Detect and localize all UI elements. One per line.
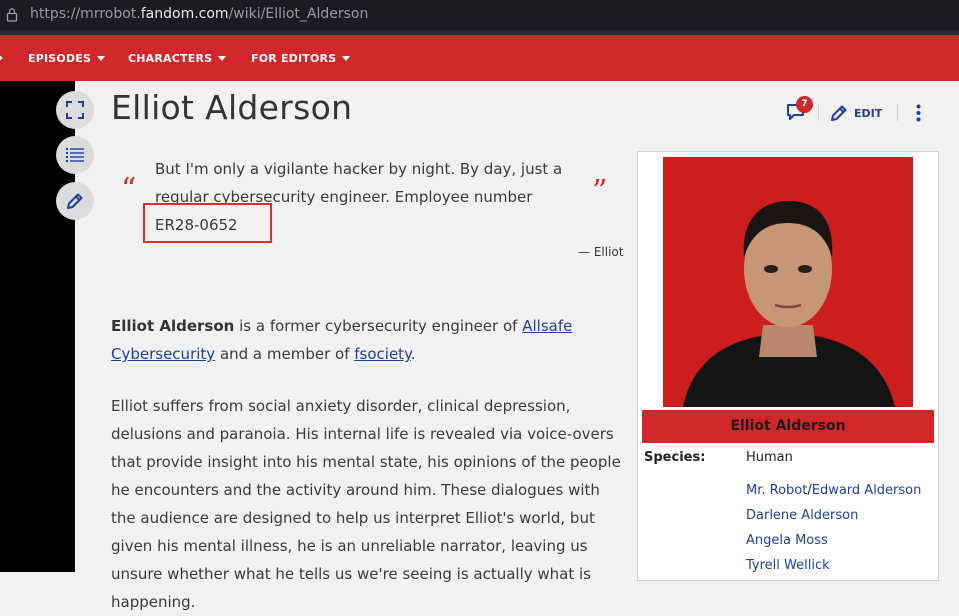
list-item: Darlene Alderson — [746, 503, 921, 528]
url-text[interactable]: https://mrrobot.fandom.com/wiki/Elliot_A… — [30, 6, 368, 22]
intro-text-3: . — [410, 345, 416, 363]
wiki-nav-bar: EPISODES CHARACTERS FOR EDITORS — [0, 35, 959, 81]
url-path: /wiki/Elliot_Alderson — [228, 6, 369, 22]
infobox: Elliot Alderson Species: Human Mr. Robot… — [637, 151, 939, 581]
nav-episodes[interactable]: EPISODES — [28, 52, 106, 65]
angela-moss-link[interactable]: Angela Moss — [746, 533, 828, 548]
url-host: fandom.com — [140, 6, 229, 22]
lock-icon — [6, 8, 18, 22]
hidden-nav-caret-icon[interactable] — [0, 54, 3, 62]
chevron-down-icon — [342, 55, 351, 61]
subject-name: Elliot Alderson — [111, 317, 235, 335]
body-paragraph: Elliot suffers from social anxiety disor… — [111, 397, 621, 611]
intro-text-2: and a member of — [215, 345, 355, 363]
list-icon — [66, 148, 84, 162]
edit-label: EDIT — [854, 106, 883, 120]
pencil-icon — [67, 193, 83, 209]
nav-characters-label: CHARACTERS — [128, 52, 213, 65]
portrait-image — [663, 157, 913, 407]
quote-attribution: — Elliot — [578, 245, 624, 259]
character-portrait[interactable] — [663, 157, 913, 407]
list-item: Tyrell Wellick — [746, 553, 921, 578]
intro-paragraph: Elliot Alderson is a former cybersecurit… — [111, 312, 625, 368]
species-value: Human — [746, 450, 793, 465]
chevron-down-icon — [97, 55, 106, 61]
quote-close-mark: ” — [592, 174, 608, 209]
infobox-title: Elliot Alderson — [642, 410, 934, 443]
pencil-icon — [831, 105, 847, 121]
side-edit-button[interactable] — [56, 182, 94, 220]
page-title: Elliot Alderson — [111, 88, 353, 127]
table-of-contents-button[interactable] — [56, 136, 94, 174]
mr-robot-link[interactable]: Mr. Robot — [746, 483, 807, 498]
list-item: Angela Moss — [746, 528, 921, 553]
nav-episodes-label: EPISODES — [28, 52, 92, 65]
browser-url-bar[interactable]: https://mrrobot.fandom.com/wiki/Elliot_A… — [0, 0, 959, 30]
relatives-list: Mr. Robot/Edward Alderson Darlene Alders… — [746, 478, 921, 578]
divider — [897, 104, 898, 121]
edit-button[interactable]: EDIT — [830, 103, 882, 123]
expand-icon — [66, 101, 84, 119]
expand-button[interactable] — [56, 91, 94, 129]
nav-characters[interactable]: CHARACTERS — [128, 52, 227, 65]
chevron-down-icon — [218, 55, 227, 61]
fsociety-link[interactable]: fsociety — [354, 345, 411, 363]
darlene-alderson-link[interactable]: Darlene Alderson — [746, 508, 858, 523]
divider — [818, 104, 819, 121]
employee-number-highlight — [143, 203, 272, 243]
tyrell-wellick-link[interactable]: Tyrell Wellick — [746, 558, 830, 573]
nav-for-editors-label: FOR EDITORS — [251, 52, 337, 65]
nav-for-editors[interactable]: FOR EDITORS — [251, 52, 351, 65]
species-label: Species: — [644, 450, 706, 465]
intro-text-1: is a former cybersecurity engineer of — [234, 317, 523, 335]
url-scheme: https://mrrobot. — [30, 6, 141, 22]
comment-count-badge: 7 — [796, 96, 813, 113]
quote-open-mark: “ — [121, 172, 137, 207]
edward-alderson-link[interactable]: Edward Alderson — [812, 483, 922, 498]
list-item: Mr. Robot/Edward Alderson — [746, 478, 921, 503]
more-options-icon[interactable] — [916, 104, 921, 122]
